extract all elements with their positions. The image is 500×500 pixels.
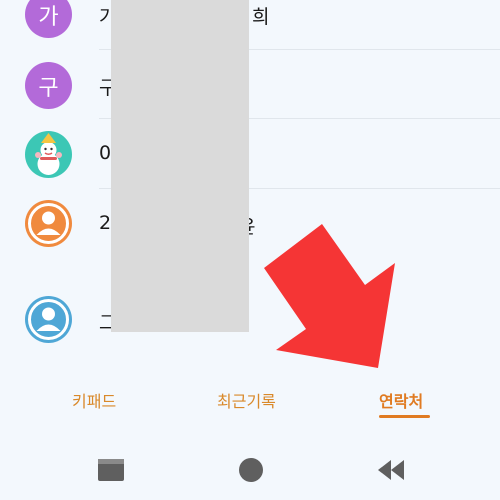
snowman-icon	[25, 131, 72, 178]
contact-row[interactable]: 0	[0, 119, 500, 189]
contact-row[interactable]: 그	[0, 285, 500, 355]
active-tab-indicator	[379, 415, 430, 418]
avatar: 가	[25, 0, 72, 38]
system-navigation-bar	[0, 440, 500, 500]
home-icon[interactable]	[236, 455, 266, 485]
avatar: 구	[25, 62, 72, 109]
tab-recent[interactable]: 최근기록	[217, 388, 276, 412]
person-icon	[25, 200, 72, 247]
contact-name: 0	[99, 142, 112, 164]
redaction-block	[111, 0, 249, 332]
bottom-tab-bar: 키패드 최근기록 연락처	[0, 378, 500, 428]
avatar-initial: 가	[38, 4, 59, 30]
annotation-arrow-icon	[260, 220, 410, 374]
back-icon[interactable]	[376, 455, 406, 485]
contact-name: 2	[99, 212, 112, 234]
contact-row[interactable]: 2 윤	[0, 189, 500, 259]
tab-keypad[interactable]: 키패드	[72, 388, 116, 412]
contact-name-tail: 희	[252, 6, 270, 28]
tab-contacts[interactable]: 연락처	[379, 388, 423, 412]
contact-row[interactable]: 구 구	[0, 50, 500, 120]
person-icon	[25, 296, 72, 343]
avatar-initial: 구	[38, 75, 59, 101]
recent-apps-icon[interactable]	[96, 455, 126, 485]
